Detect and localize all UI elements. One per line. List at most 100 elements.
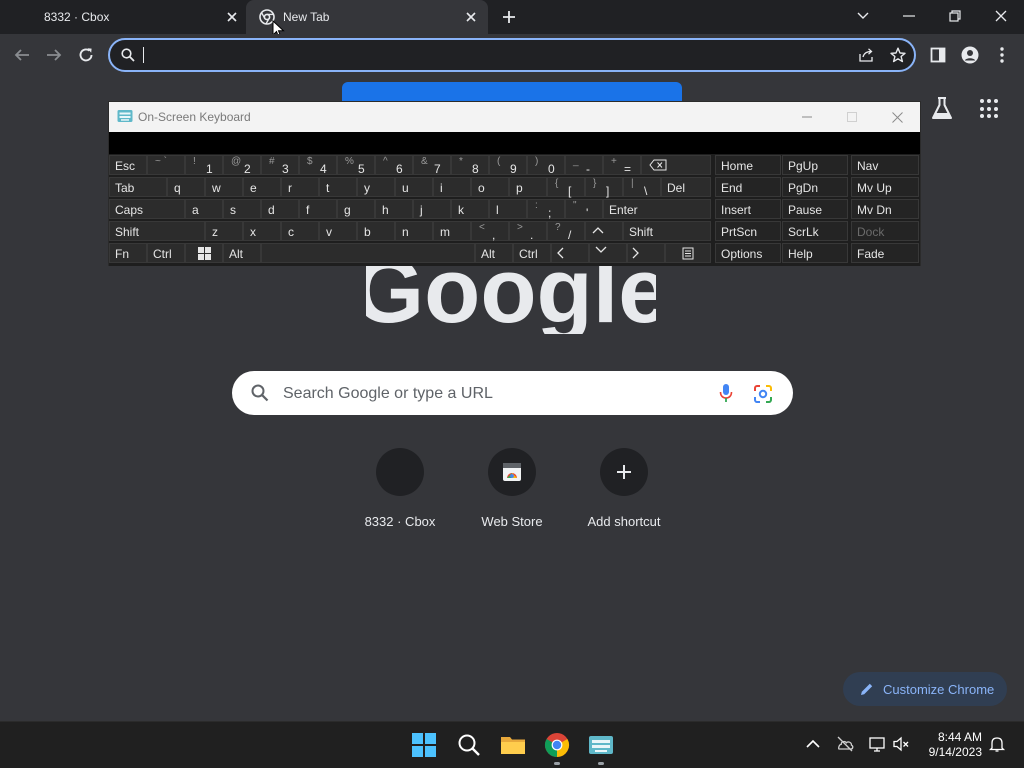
key-right-bracket[interactable]: }] [585,177,623,198]
key-2[interactable]: @2 [223,155,261,176]
key-5[interactable]: % 5 [337,155,375,176]
key-s[interactable]: s [223,199,261,219]
key-semicolon[interactable]: :; [527,199,565,220]
key-insert[interactable]: Insert [715,199,781,219]
labs-flask-icon[interactable] [930,96,954,122]
key-left-arrow[interactable] [551,243,589,263]
key-y[interactable]: y [357,177,395,197]
key-ctrl-left[interactable]: Ctrl [147,243,185,263]
key-scrlk[interactable]: ScrLk [782,221,848,241]
tab-close-icon[interactable] [463,9,479,25]
key-caps[interactable]: Caps [109,199,185,219]
notification-bell-icon[interactable] [988,735,1006,753]
share-icon[interactable] [858,47,876,63]
key-left-bracket[interactable]: {[ [547,177,585,198]
key-home[interactable]: Home [715,155,781,175]
key-1[interactable]: ! 1 [185,155,223,176]
key-6[interactable]: ^ 6 [375,155,413,176]
key-prtscn[interactable]: PrtScn [715,221,781,241]
key-e[interactable]: e [243,177,281,197]
key-p[interactable]: p [509,177,547,197]
key-o[interactable]: o [471,177,509,197]
key-b[interactable]: b [357,221,395,241]
add-shortcut-tile[interactable]: Add shortcut [568,448,680,538]
key-9[interactable]: (9 [489,155,527,176]
key-mv-up[interactable]: Mv Up [851,177,919,197]
key-shift-right[interactable]: Shift [623,221,711,241]
key-g[interactable]: g [337,199,375,219]
shortcut-tile[interactable]: 8332 · Cbox [344,448,456,538]
key-alt-left[interactable]: Alt [223,243,261,263]
side-panel-icon[interactable] [926,43,950,67]
shortcut-tile[interactable]: Web Store [456,448,568,538]
key-a[interactable]: a [185,199,223,219]
key-0[interactable]: ) 0 [527,155,565,176]
key-slash[interactable]: ? / [547,221,585,242]
key-backspace[interactable] [641,155,711,175]
key-backslash[interactable]: | \ [623,177,661,198]
osk-taskbar-button[interactable] [588,732,614,765]
bookmark-star-icon[interactable] [890,47,906,63]
customize-chrome-button[interactable]: Customize Chrome [843,672,1007,706]
key-h[interactable]: h [375,199,413,219]
key-w[interactable]: w [205,177,243,197]
key-esc[interactable]: Esc [109,155,147,175]
google-lens-icon[interactable] [753,384,773,404]
key-f[interactable]: f [299,199,337,219]
key-fn[interactable]: Fn [109,243,147,263]
key-right-arrow[interactable] [627,243,665,263]
key-options[interactable]: Options [715,243,781,263]
volume-muted-icon[interactable] [892,735,910,753]
key-v[interactable]: v [319,221,357,241]
tab-close-icon[interactable] [224,9,240,25]
forward-button[interactable] [42,43,66,67]
key-7[interactable]: & 7 [413,155,451,176]
key-context-menu[interactable] [665,243,711,263]
back-button[interactable] [10,43,34,67]
osk-titlebar[interactable]: On-Screen Keyboard [109,102,920,132]
key-end[interactable]: End [715,177,781,197]
key-mv-dn[interactable]: Mv Dn [851,199,919,219]
key-3[interactable]: #3 [261,155,299,176]
profile-icon[interactable] [958,43,982,67]
key-shift-left[interactable]: Shift [109,221,205,241]
key-z[interactable]: z [205,221,243,241]
key-up-arrow[interactable] [585,221,623,241]
key-windows[interactable] [185,243,223,263]
key-8[interactable]: * 8 [451,155,489,176]
minimize-button[interactable] [896,4,922,28]
onedrive-offline-icon[interactable] [836,735,854,753]
address-bar[interactable] [108,38,916,72]
key-down-arrow[interactable] [589,243,627,263]
file-explorer-button[interactable] [500,732,526,758]
key-n[interactable]: n [395,221,433,241]
close-window-button[interactable] [988,4,1014,28]
key-period[interactable]: >. [509,221,547,242]
osk-minimize-button[interactable] [797,107,817,127]
key-tab[interactable]: Tab [109,177,167,197]
restore-button[interactable] [942,4,968,28]
key-m[interactable]: m [433,221,471,241]
key-help[interactable]: Help [782,243,848,263]
key-4[interactable]: $4 [299,155,337,176]
start-button[interactable] [411,732,437,758]
key-tilde[interactable]: ~ ` [147,155,185,175]
key-enter[interactable]: Enter [603,199,711,219]
key-alt-right[interactable]: Alt [475,243,513,263]
key-t[interactable]: t [319,177,357,197]
key-pause[interactable]: Pause [782,199,848,219]
reload-button[interactable] [74,43,98,67]
tab-cbox[interactable]: 8332 · Cbox [0,0,246,34]
key-comma[interactable]: <, [471,221,509,242]
osk-maximize-button[interactable] [842,107,862,127]
key-quote[interactable]: " ' [565,199,603,220]
key-minus[interactable]: _ - [565,155,603,176]
network-icon[interactable] [868,735,886,753]
key-space[interactable] [261,243,475,263]
key-del[interactable]: Del [661,177,711,197]
key-i[interactable]: i [433,177,471,197]
new-tab-button[interactable] [498,6,520,28]
key-u[interactable]: u [395,177,433,197]
key-fade[interactable]: Fade [851,243,919,263]
key-d[interactable]: d [261,199,299,219]
